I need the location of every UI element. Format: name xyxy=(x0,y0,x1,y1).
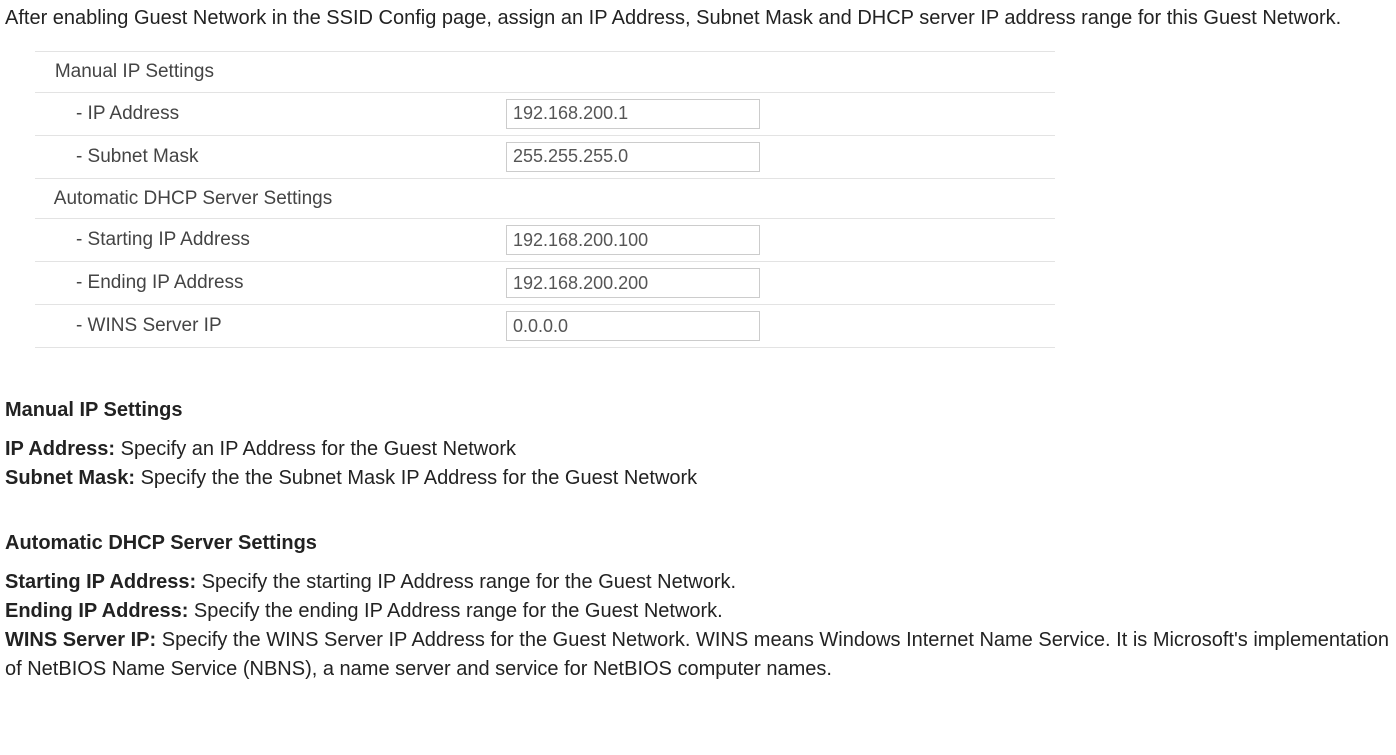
empty-cell xyxy=(784,92,1055,135)
subnet-mask-desc: Specify the the Subnet Mask IP Address f… xyxy=(135,467,697,489)
ip-address-term: IP Address: xyxy=(5,438,115,460)
table-row: - Ending IP Address xyxy=(35,262,1055,305)
ending-ip-desc: Specify the ending IP Address range for … xyxy=(188,600,722,622)
subnet-mask-definition: Subnet Mask: Specify the the Subnet Mask… xyxy=(5,464,1391,493)
subnet-mask-input[interactable] xyxy=(506,142,760,172)
wins-server-desc: Specify the WINS Server IP Address for t… xyxy=(5,629,1389,680)
starting-ip-term: Starting IP Address: xyxy=(5,571,196,593)
empty-cell xyxy=(784,219,1055,262)
empty-cell xyxy=(784,52,1055,93)
empty-cell xyxy=(784,262,1055,305)
starting-ip-definition: Starting IP Address: Specify the startin… xyxy=(5,568,1391,597)
empty-cell xyxy=(502,52,784,93)
ending-ip-term: Ending IP Address: xyxy=(5,600,188,622)
table-row: - WINS Server IP xyxy=(35,305,1055,348)
intro-paragraph: After enabling Guest Network in the SSID… xyxy=(5,4,1391,33)
manual-ip-settings-header: Manual IP Settings xyxy=(35,52,502,93)
subnet-mask-label: - Subnet Mask xyxy=(35,135,502,178)
ending-ip-definition: Ending IP Address: Specify the ending IP… xyxy=(5,597,1391,626)
ending-ip-label: - Ending IP Address xyxy=(35,262,502,305)
empty-cell xyxy=(784,178,1055,219)
ending-ip-input[interactable] xyxy=(506,268,760,298)
subnet-mask-term: Subnet Mask: xyxy=(5,467,135,489)
empty-cell xyxy=(502,178,784,219)
wins-server-definition: WINS Server IP: Specify the WINS Server … xyxy=(5,626,1391,684)
empty-cell xyxy=(784,135,1055,178)
wins-server-input[interactable] xyxy=(506,311,760,341)
table-row: Automatic DHCP Server Settings xyxy=(35,178,1055,219)
table-row: - Starting IP Address xyxy=(35,219,1055,262)
wins-server-label: - WINS Server IP xyxy=(35,305,502,348)
ip-address-desc: Specify an IP Address for the Guest Netw… xyxy=(115,438,516,460)
ip-address-label: - IP Address xyxy=(35,92,502,135)
table-row: - Subnet Mask xyxy=(35,135,1055,178)
table-row: Manual IP Settings xyxy=(35,52,1055,93)
manual-ip-settings-title: Manual IP Settings xyxy=(5,396,1391,425)
starting-ip-input[interactable] xyxy=(506,225,760,255)
starting-ip-label: - Starting IP Address xyxy=(35,219,502,262)
wins-server-term: WINS Server IP: xyxy=(5,629,156,651)
dhcp-settings-header: Automatic DHCP Server Settings xyxy=(35,178,502,219)
settings-table: Manual IP Settings - IP Address - Subnet… xyxy=(35,51,1055,348)
ip-address-input[interactable] xyxy=(506,99,760,129)
table-row: - IP Address xyxy=(35,92,1055,135)
empty-cell xyxy=(784,305,1055,348)
dhcp-settings-title: Automatic DHCP Server Settings xyxy=(5,529,1391,558)
ip-address-definition: IP Address: Specify an IP Address for th… xyxy=(5,435,1391,464)
starting-ip-desc: Specify the starting IP Address range fo… xyxy=(196,571,736,593)
